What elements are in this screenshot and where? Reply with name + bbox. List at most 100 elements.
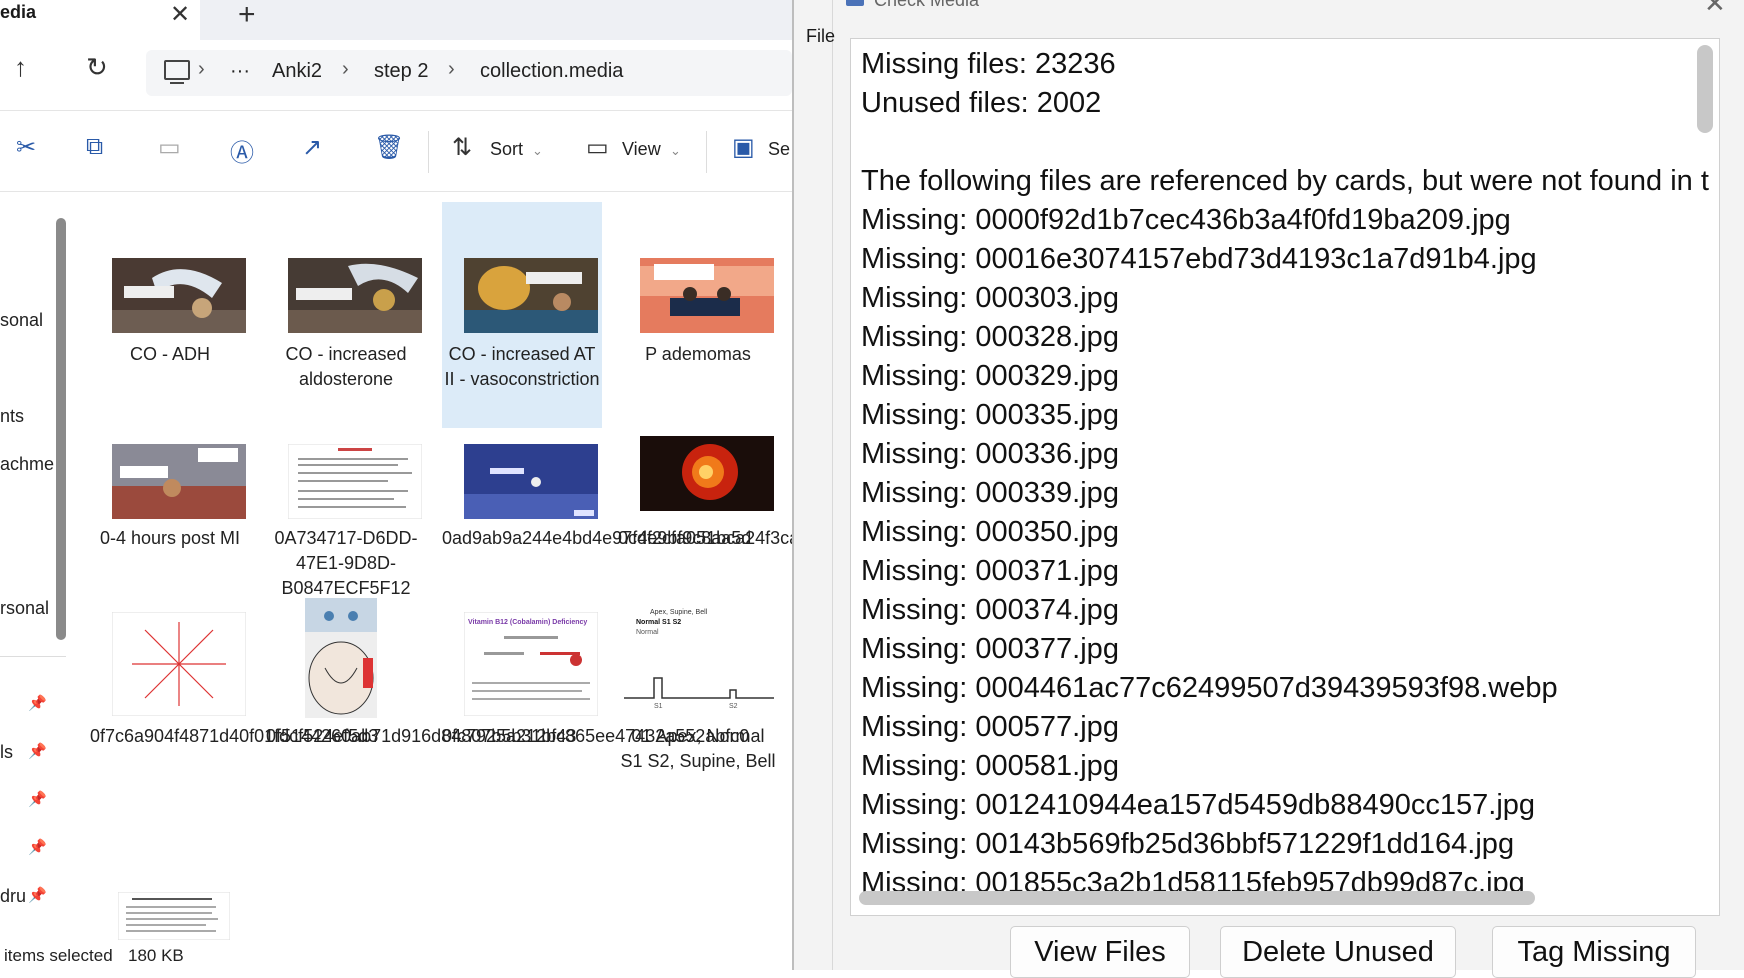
file-tile[interactable]: Vitamin B12 (Cobalamin) Deficiency 0fc79… <box>442 612 749 792</box>
divider <box>0 656 66 657</box>
nav-scrollbar[interactable] <box>56 218 66 640</box>
tab-collection-media[interactable]: edia ✕ <box>0 0 200 40</box>
report-line: Missing: 000339.jpg <box>861 477 1119 509</box>
file-tile[interactable]: CO - ADH <box>90 252 250 402</box>
select-button[interactable]: Se <box>768 139 790 160</box>
sort-button[interactable]: Sort <box>490 139 523 160</box>
report-line: Missing files: 23236 <box>861 48 1116 80</box>
breadcrumb-item[interactable]: collection.media <box>480 60 623 83</box>
report-line: Missing: 000329.jpg <box>861 360 1119 392</box>
refresh-icon[interactable]: ↻ <box>86 52 108 83</box>
nav-item[interactable]: rsonal <box>0 598 49 619</box>
file-name: 0A734717-D6DD-47E1-9D8D-B0847ECF5F12 <box>274 528 418 598</box>
report-line: Missing: 000577.jpg <box>861 711 1119 743</box>
file-name: 0ad9ab9a244e4bd4e97f4e9bf9c8aa5d <box>442 528 752 548</box>
nav-item[interactable]: dru <box>0 886 26 907</box>
file-name: CO - increased AT II - vasoconstriction <box>444 344 600 389</box>
paste-icon[interactable]: ▭ <box>158 133 181 162</box>
divider <box>428 131 429 173</box>
computer-icon <box>164 60 190 84</box>
file-tile[interactable]: P ademomas <box>618 252 778 402</box>
report-line <box>861 123 1711 162</box>
report-line: Missing: 0004461ac77c62499507d39439593f9… <box>861 672 1558 704</box>
nav-item[interactable]: achme <box>0 454 54 475</box>
file-grid: CO - ADH CO - increased aldosterone CO -… <box>78 192 792 940</box>
view-icon[interactable]: ▭ <box>586 133 609 162</box>
dialog-title: Check Media <box>874 0 980 10</box>
thumbnail-text: Normal <box>636 629 659 636</box>
status-bar: items selected 180 KB <box>0 940 792 970</box>
report-line: Missing: 0000f92d1b7cec436b3a4f0fd19ba20… <box>861 204 1511 236</box>
selection-size: 180 KB <box>128 946 184 965</box>
rename-icon[interactable]: Ⓐ <box>230 133 254 168</box>
share-icon[interactable]: ↗ <box>302 133 322 162</box>
report-line: Missing: 000336.jpg <box>861 438 1119 470</box>
file-thumbnail <box>640 258 774 333</box>
file-tile[interactable]: 0f7c6a904f4871d40f01fdcf524ef5d3 <box>90 612 378 792</box>
new-tab-icon[interactable]: + <box>238 0 256 32</box>
horizontal-scrollbar[interactable] <box>859 891 1535 905</box>
nav-item[interactable]: ls <box>0 742 13 763</box>
report-line: Missing: 00016e3074157ebd73d4193c1a7d91b… <box>861 243 1537 275</box>
navigation-pane: sonal nts achme rsonal ls dru 📌 📌 📌 📌 📌 <box>0 192 78 940</box>
tag-missing-button[interactable]: Tag Missing <box>1492 926 1696 978</box>
thumbnail-text: S2 <box>729 703 738 710</box>
breadcrumb-item[interactable]: Anki2 <box>272 60 322 83</box>
report-line: The following files are referenced by ca… <box>861 165 1709 197</box>
file-name: P ademomas <box>645 344 751 364</box>
breadcrumb-overflow[interactable]: ··· <box>230 60 250 83</box>
file-tile[interactable]: CO - increased aldosterone <box>266 252 426 402</box>
pin-icon: 📌 <box>28 695 47 712</box>
file-thumbnail <box>288 258 422 333</box>
report-line: Missing: 00143b569fb25d36bbf571229f1dd16… <box>861 828 1515 860</box>
file-tile[interactable]: 0A734717-D6DD-47E1-9D8D-B0847ECF5F12 <box>266 444 426 598</box>
file-name: 0f5144260ab71d916d84807b5b31bf43 <box>266 726 577 746</box>
cut-icon[interactable]: ✂ <box>16 133 36 162</box>
file-tile[interactable] <box>118 892 278 940</box>
report-line: Missing: 000377.jpg <box>861 633 1119 665</box>
view-files-button[interactable]: View Files <box>1010 926 1190 978</box>
sort-icon[interactable]: ⇅ <box>452 133 472 162</box>
file-thumbnail <box>112 612 246 716</box>
vertical-scrollbar[interactable] <box>1697 45 1713 133</box>
file-tile[interactable]: 0cdf2cfa051bca24f3ca5e8a171808cb <box>618 436 792 594</box>
copy-icon[interactable]: ⧉ <box>86 133 103 161</box>
thumbnail-text: Apex, Supine, Bell <box>650 609 708 616</box>
file-tile[interactable]: 0ad9ab9a244e4bd4e97f4e9bf9c8aa5d <box>442 444 752 594</box>
report-line: Missing: 0012410944ea157d5459db88490cc15… <box>861 789 1536 821</box>
file-tile[interactable]: 0f5144260ab71d916d84807b5b31bf43 <box>266 598 577 792</box>
tab-bar: edia ✕ + <box>0 0 792 40</box>
arrow-up-icon[interactable]: ↑ <box>14 52 27 83</box>
nav-item[interactable]: nts <box>0 406 24 427</box>
check-media-dialog: File Check Media ✕ Missing files: 23236 … <box>794 0 1744 978</box>
chevron-right-icon: › <box>342 58 349 80</box>
command-bar: ✂ ⧉ ▭ Ⓐ ↗ 🗑 ⇅ Sort ⌄ ▭ View ⌄ ▣ Se <box>0 110 792 192</box>
report-lines: Missing files: 23236 Unused files: 2002 … <box>861 45 1711 903</box>
file-tile[interactable]: 0-4 hours post MI <box>90 444 250 594</box>
select-icon[interactable]: ▣ <box>732 133 755 162</box>
close-icon[interactable]: ✕ <box>170 0 190 29</box>
menu-file[interactable]: File <box>806 26 835 47</box>
file-name: 0-4 hours post MI <box>99 528 241 548</box>
chevron-right-icon: › <box>448 58 455 80</box>
file-tile-selected[interactable]: CO - increased AT II - vasoconstriction <box>442 202 602 428</box>
address-bar[interactable]: › ··· Anki2 › step 2 › collection.media <box>146 50 792 96</box>
breadcrumb-item[interactable]: step 2 <box>374 60 428 83</box>
delete-unused-button[interactable]: Delete Unused <box>1220 926 1456 978</box>
file-tile[interactable]: Apex, Supine, Bell Normal S1 S2 Normal S… <box>618 606 778 792</box>
file-name: CO - increased aldosterone <box>285 344 407 389</box>
file-thumbnail: Vitamin B12 (Cobalamin) Deficiency <box>464 612 598 716</box>
file-thumbnail <box>640 436 774 511</box>
report-line: Missing: 000350.jpg <box>861 516 1119 548</box>
view-button[interactable]: View <box>622 139 661 160</box>
thumbnail-text: S1 <box>654 703 663 710</box>
report-line: Missing: 000328.jpg <box>861 321 1119 353</box>
selection-count: items selected <box>4 946 113 965</box>
file-explorer-window: edia ✕ + ↑ ↻ › ··· Anki2 › step 2 › coll… <box>0 0 792 970</box>
nav-item[interactable]: sonal <box>0 310 43 331</box>
close-icon[interactable]: ✕ <box>1704 0 1726 19</box>
tab-title: edia <box>0 2 37 22</box>
divider <box>706 131 707 173</box>
report-text-area[interactable]: Missing files: 23236 Unused files: 2002 … <box>850 38 1720 916</box>
delete-icon[interactable]: 🗑 <box>374 133 404 162</box>
